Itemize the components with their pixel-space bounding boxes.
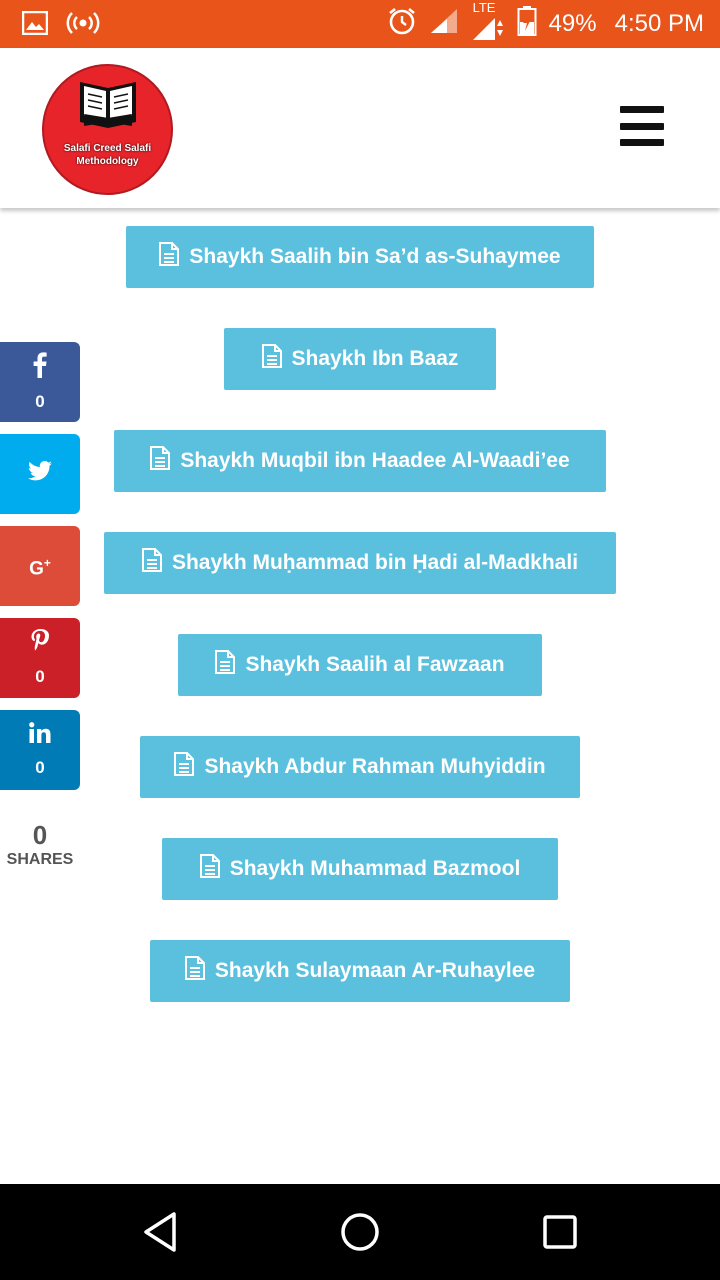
image-icon <box>21 10 49 40</box>
linkedin-share-button[interactable]: 0 <box>0 710 80 790</box>
document-icon <box>184 956 205 986</box>
total-shares-count: 0 <box>32 820 48 850</box>
menu-line <box>620 122 664 130</box>
alarm-icon <box>387 6 417 43</box>
menu-line <box>620 106 664 113</box>
back-button[interactable] <box>140 1210 184 1254</box>
total-shares: 0 SHARES <box>0 820 80 870</box>
scholar-button-muqbil[interactable]: Shaykh Muqbil ibn Haadee Al-Waadi’ee <box>114 430 606 492</box>
scholar-button-ruhaylee[interactable]: Shaykh Sulaymaan Ar-Ruhaylee <box>150 940 570 1002</box>
clock: 4:50 PM <box>614 10 704 37</box>
scholar-button-label: Shaykh Saalih al Fawzaan <box>245 653 505 676</box>
document-icon <box>150 446 171 476</box>
recents-button[interactable] <box>538 1210 582 1254</box>
document-icon <box>159 242 180 272</box>
signal-icon <box>429 7 459 42</box>
scholar-button-label: Shaykh Muqbil ibn Haadee Al-Waadi’ee <box>180 449 570 472</box>
scholar-button-suhaymee[interactable]: Shaykh Saalih bin Sa’d as-Suhaymee <box>126 226 594 288</box>
twitter-share-button[interactable] <box>0 434 80 514</box>
screen: LTE 49% 4:50 PM Salafi Creed Salafi Meth… <box>0 0 720 1280</box>
scholar-button-bazmool[interactable]: Shaykh Muhammad Bazmool <box>162 838 558 900</box>
document-icon <box>141 548 162 578</box>
total-shares-label: SHARES <box>6 851 74 868</box>
book-icon <box>80 82 136 128</box>
lte-signal-icon: LTE <box>471 0 505 40</box>
document-icon <box>174 752 195 782</box>
scholar-button-fawzaan[interactable]: Shaykh Saalih al Fawzaan <box>178 634 542 696</box>
scholar-button-label: Shaykh Abdur Rahman Muhyiddin <box>204 755 546 778</box>
scholar-button-label: Shaykh Sulaymaan Ar-Ruhaylee <box>214 959 536 982</box>
twitter-icon <box>28 461 52 487</box>
pinterest-share-count: 0 <box>35 667 45 686</box>
scholar-button-label: Shaykh Saalih bin Sa’d as-Suhaymee <box>189 245 561 268</box>
pinterest-icon <box>31 629 49 659</box>
scholar-button-ibn-baaz[interactable]: Shaykh Ibn Baaz <box>224 328 496 390</box>
home-button[interactable] <box>338 1210 382 1254</box>
facebook-share-count: 0 <box>35 392 45 411</box>
hotspot-icon <box>66 10 100 41</box>
site-logo[interactable]: Salafi Creed Salafi Methodology <box>42 64 173 195</box>
battery-icon <box>517 5 537 44</box>
scholar-button-label: Shaykh Ibn Baaz <box>291 347 459 370</box>
scholar-button-label: Shaykh Muḥammad bin Ḥadi al-Madkhali <box>171 551 579 574</box>
facebook-icon <box>33 352 47 384</box>
pinterest-share-button[interactable]: 0 <box>0 618 80 698</box>
scholar-button-madkhali[interactable]: Shaykh Muḥammad bin Ḥadi al-Madkhali <box>104 532 616 594</box>
back-triangle-icon <box>144 1212 176 1252</box>
status-bar: LTE 49% 4:50 PM <box>0 0 720 48</box>
document-icon <box>199 854 220 884</box>
googleplus-share-button[interactable]: G+ <box>0 526 80 606</box>
facebook-share-button[interactable]: 0 <box>0 342 80 422</box>
linkedin-icon <box>29 722 51 750</box>
site-header: Salafi Creed Salafi Methodology <box>0 48 720 208</box>
document-icon <box>261 344 282 374</box>
scholar-button-label: Shaykh Muhammad Bazmool <box>229 857 521 880</box>
menu-line <box>620 139 664 146</box>
logo-text: Salafi Creed Salafi Methodology <box>63 143 152 167</box>
scholar-button-muhyiddin[interactable]: Shaykh Abdur Rahman Muhyiddin <box>140 736 580 798</box>
linkedin-share-count: 0 <box>35 758 45 777</box>
hamburger-menu-button[interactable] <box>620 106 666 146</box>
document-icon <box>215 650 236 680</box>
system-navigation-bar <box>0 1184 720 1280</box>
home-circle-icon <box>341 1213 379 1251</box>
battery-percent: 49% <box>548 10 597 37</box>
recents-square-icon <box>543 1215 577 1249</box>
googleplus-icon: G+ <box>29 555 51 580</box>
